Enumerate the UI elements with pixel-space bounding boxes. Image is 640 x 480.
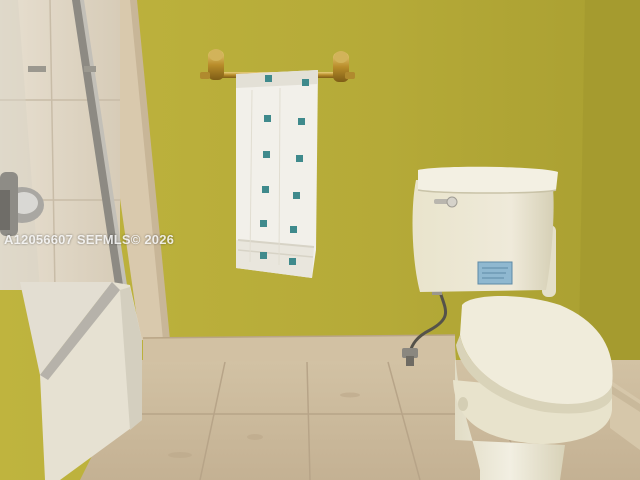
watermark: A12056607 SEFMLS© 2026 [4,232,175,247]
toilet-tank-lid [418,166,558,193]
bathroom-photo: A12056607 SEFMLS© 2026 [0,0,640,480]
white-towel-with-teal-squares [236,70,318,278]
